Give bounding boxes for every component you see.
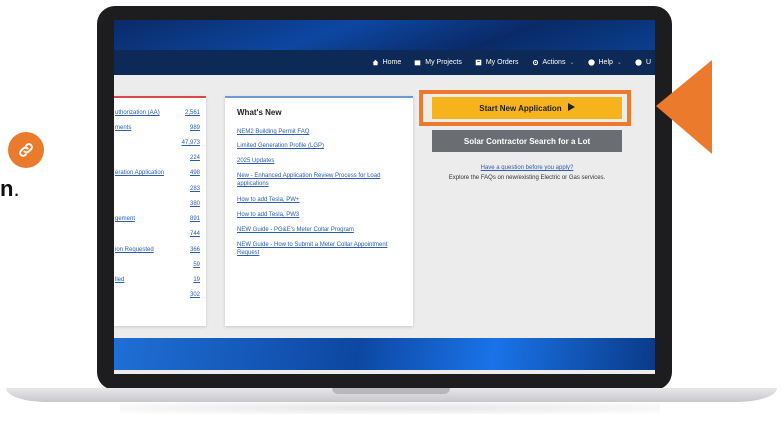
whats-new-link[interactable]: NEW Guide - How to Submit a Meter Collar…	[237, 241, 405, 257]
whats-new-link[interactable]: NEW Guide - PG&E's Meter Collar Program	[237, 226, 405, 234]
status-row[interactable]: 59	[114, 262, 206, 274]
header-banner	[114, 20, 655, 50]
nav-home[interactable]: Home	[372, 59, 402, 66]
status-row[interactable]: ion Requested 366	[114, 247, 206, 259]
status-row-label: ments	[115, 125, 132, 131]
status-row-count: 59	[193, 262, 200, 268]
status-row-count: 47,973	[181, 140, 200, 146]
status-row[interactable]: 744	[114, 231, 206, 243]
nav-home-label: Home	[382, 59, 402, 66]
whats-new-link[interactable]: New - Enhanced Application Review Proces…	[237, 172, 405, 188]
status-row[interactable]: 302	[114, 292, 206, 304]
nav-my-orders-label: My Orders	[485, 59, 519, 66]
orders-icon	[475, 59, 482, 66]
solar-contractor-search-button[interactable]: Solar Contractor Search for a Lot	[432, 130, 622, 152]
nav-help-label: Help	[598, 59, 613, 66]
user-icon	[635, 59, 642, 66]
laptop-shadow	[120, 402, 660, 414]
nav-my-orders[interactable]: My Orders	[475, 59, 519, 66]
laptop-screen: Home My Projects My Orders Actions ⌄ Hel…	[114, 20, 655, 374]
status-row-label: uthorization (AA)	[115, 110, 160, 116]
whats-new-title: What's New	[237, 108, 282, 117]
status-row[interactable]: lled 19	[114, 277, 206, 289]
status-row-count: 224	[189, 155, 200, 161]
question-link[interactable]: Have a question before you apply?	[434, 165, 620, 171]
chevron-down-icon: ⌄	[569, 60, 575, 66]
nav-user-label: U	[645, 59, 651, 66]
status-row-count: 380	[189, 201, 200, 207]
heading-fragment: n.	[0, 176, 20, 202]
link-icon	[8, 132, 44, 168]
status-row-label: gement	[115, 216, 136, 222]
nav-user[interactable]: U	[635, 59, 651, 66]
arrow-left-icon	[656, 60, 712, 154]
status-row[interactable]: 47,973	[114, 140, 206, 152]
top-nav: Home My Projects My Orders Actions ⌄ Hel…	[114, 50, 655, 75]
heading-fragment-letter: n	[0, 176, 14, 201]
whats-new-link[interactable]: 2025 Updates	[237, 157, 405, 165]
whats-new-panel: What's New NEM2 Building Permit FAQ Limi…	[225, 96, 413, 326]
status-row-count: 744	[189, 231, 200, 237]
laptop-notch	[332, 388, 450, 394]
status-row-count: 891	[189, 216, 200, 222]
status-row[interactable]: 380	[114, 201, 206, 213]
question-description: Explore the FAQs on new/existing Electri…	[448, 175, 606, 181]
promo-stage: n. Home My Projects My Orders Actions ⌄ …	[0, 0, 783, 441]
help-icon	[587, 59, 595, 66]
status-row[interactable]: 224	[114, 155, 206, 167]
whats-new-link[interactable]: How to add Tesla, PW+	[237, 196, 405, 204]
status-row-count: 2,561	[184, 110, 200, 116]
status-row-count: 989	[189, 125, 200, 131]
status-row-label: ion Requested	[115, 247, 154, 253]
status-row[interactable]: 283	[114, 186, 206, 198]
footer-banner	[114, 338, 655, 370]
nav-help[interactable]: Help ⌄	[587, 59, 622, 66]
application-status-panel: uthorization (AA) 2,561 ments 989 47,973…	[114, 96, 206, 326]
status-row-count: 283	[189, 186, 200, 192]
status-row-label: eration Application	[115, 170, 165, 176]
status-row-count: 498	[189, 170, 200, 176]
nav-actions[interactable]: Actions ⌄	[532, 59, 575, 66]
start-new-application-label: Start New Application	[479, 103, 562, 113]
nav-actions-label: Actions	[542, 59, 566, 66]
whats-new-link[interactable]: Limited Generation Profile (LGP)	[237, 142, 405, 150]
status-row[interactable]: eration Application 498	[114, 170, 206, 182]
chevron-down-icon: ⌄	[616, 60, 622, 66]
status-row-count: 366	[189, 247, 200, 253]
folder-icon	[414, 59, 421, 66]
status-row-count: 302	[189, 292, 200, 298]
gear-icon	[532, 59, 539, 66]
status-row-label: lled	[115, 277, 125, 283]
status-row[interactable]: ments 989	[114, 125, 206, 137]
start-new-application-button[interactable]: Start New Application	[432, 97, 622, 119]
home-icon	[372, 59, 379, 66]
status-row-count: 19	[193, 277, 200, 283]
status-row[interactable]: gement 891	[114, 216, 206, 228]
nav-my-projects[interactable]: My Projects	[414, 59, 462, 66]
whats-new-link[interactable]: How to add Tesla, PW3	[237, 211, 405, 219]
heading-fragment-period: .	[13, 176, 20, 201]
whats-new-link[interactable]: NEM2 Building Permit FAQ	[237, 128, 405, 136]
play-icon	[567, 103, 575, 113]
status-row[interactable]: uthorization (AA) 2,561	[114, 110, 206, 122]
nav-my-projects-label: My Projects	[425, 59, 462, 66]
